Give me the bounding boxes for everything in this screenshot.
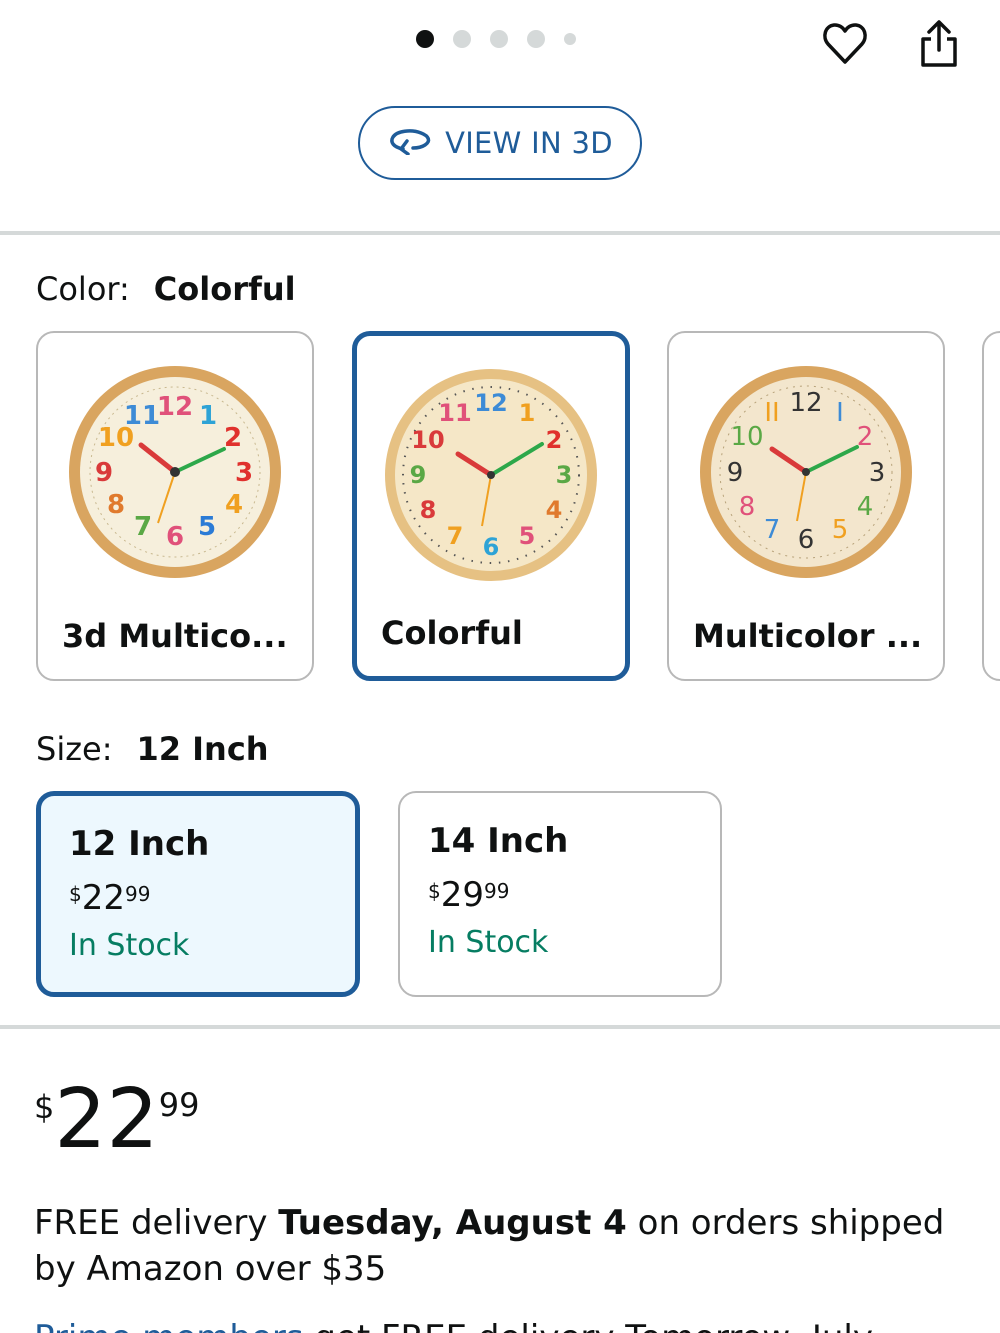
size-option-price: $ 22 99 [69,878,151,918]
svg-text:4: 4 [546,496,563,524]
view-in-3d-label: VIEW IN 3D [445,126,613,160]
svg-text:1: 1 [199,401,217,431]
svg-text:6: 6 [166,522,184,552]
color-label: Color: [36,270,130,308]
rotate-3d-icon [387,125,433,162]
svg-text:7: 7 [447,522,464,550]
svg-text:I: I [836,398,844,428]
size-option-12-inch[interactable]: 12 Inch $ 22 99 In Stock [36,791,360,997]
size-option-label: 12 Inch [69,824,210,864]
section-divider [0,231,1000,235]
price-currency: $ [34,1088,55,1126]
carousel-dot-1[interactable] [416,30,434,48]
svg-text:3: 3 [235,458,253,488]
svg-text:5: 5 [832,515,849,545]
svg-text:5: 5 [519,522,536,550]
svg-text:1: 1 [519,399,536,427]
carousel-dot-2[interactable] [453,30,471,48]
size-option-price: $ 29 99 [428,875,510,915]
svg-text:10: 10 [730,422,763,452]
color-option-label: 3d Multico... [62,617,288,655]
svg-text:2: 2 [546,426,563,454]
color-option-multicolor[interactable]: 12 I 2 3 4 5 6 7 8 9 10 II Multicolor ..… [667,331,945,681]
color-option-colorful[interactable]: 12 1 2 3 4 5 6 7 8 9 10 11 Colorful [352,331,630,681]
svg-text:2: 2 [224,423,242,453]
product-price: $ 22 99 [34,1072,200,1167]
size-option-14-inch[interactable]: 14 Inch $ 29 99 In Stock [398,791,722,997]
price-cents: 99 [158,1086,200,1124]
svg-text:9: 9 [727,458,744,488]
svg-text:11: 11 [438,399,471,427]
svg-text:7: 7 [764,515,781,545]
svg-text:9: 9 [95,458,113,488]
image-carousel-indicator [416,30,576,48]
color-option-label: Colorful [381,614,523,652]
color-option-3d-multicolor[interactable]: 12 1 2 3 4 5 6 7 8 9 10 11 3d Multico... [36,331,314,681]
svg-text:7: 7 [134,512,152,542]
svg-text:II: II [764,398,779,428]
carousel-dot-4[interactable] [527,30,545,48]
color-option-label: Multicolor ... [693,617,923,655]
carousel-dot-5[interactable] [564,33,576,45]
price-whole: 22 [54,1072,159,1167]
svg-text:3: 3 [869,458,886,488]
prime-delivery-message: Prime members get FREE delivery Tomorrow… [34,1318,873,1333]
svg-text:12: 12 [789,388,822,418]
prime-members-link[interactable]: Prime members [34,1318,304,1333]
share-icon[interactable] [914,18,964,70]
stock-status: In Stock [428,925,549,960]
clock-image: 12 I 2 3 4 5 6 7 8 9 10 II [697,363,915,585]
svg-text:11: 11 [124,401,160,431]
delivery-date: Tuesday, August 4 [278,1203,627,1243]
svg-text:10: 10 [411,426,444,454]
heart-icon[interactable] [820,18,870,70]
clock-image: 12 1 2 3 4 5 6 7 8 9 10 11 [66,363,284,585]
color-option-next-partial[interactable] [982,331,1000,681]
clock-image: 12 1 2 3 4 5 6 7 8 9 10 11 [382,366,600,588]
size-selector-label: Size: 12 Inch [36,730,269,768]
svg-text:8: 8 [107,490,125,520]
view-in-3d-button[interactable]: VIEW IN 3D [358,106,642,180]
delivery-message: FREE delivery Tuesday, August 4 on order… [34,1203,945,1289]
size-option-label: 14 Inch [428,821,569,861]
svg-text:9: 9 [410,461,427,489]
size-selected-value: 12 Inch [136,730,269,768]
svg-text:6: 6 [798,525,815,555]
carousel-dot-3[interactable] [490,30,508,48]
svg-text:5: 5 [198,512,216,542]
svg-text:12: 12 [157,392,193,422]
svg-text:8: 8 [739,492,756,522]
svg-text:4: 4 [857,492,874,522]
color-selector-label: Color: Colorful [36,270,296,308]
svg-text:3: 3 [556,461,573,489]
svg-text:2: 2 [857,422,874,452]
svg-text:8: 8 [420,496,437,524]
stock-status: In Stock [69,928,190,963]
svg-text:6: 6 [483,533,500,561]
svg-text:12: 12 [474,389,507,417]
section-divider [0,1025,1000,1029]
size-label: Size: [36,730,113,768]
color-selected-value: Colorful [153,270,296,308]
svg-text:4: 4 [225,490,243,520]
